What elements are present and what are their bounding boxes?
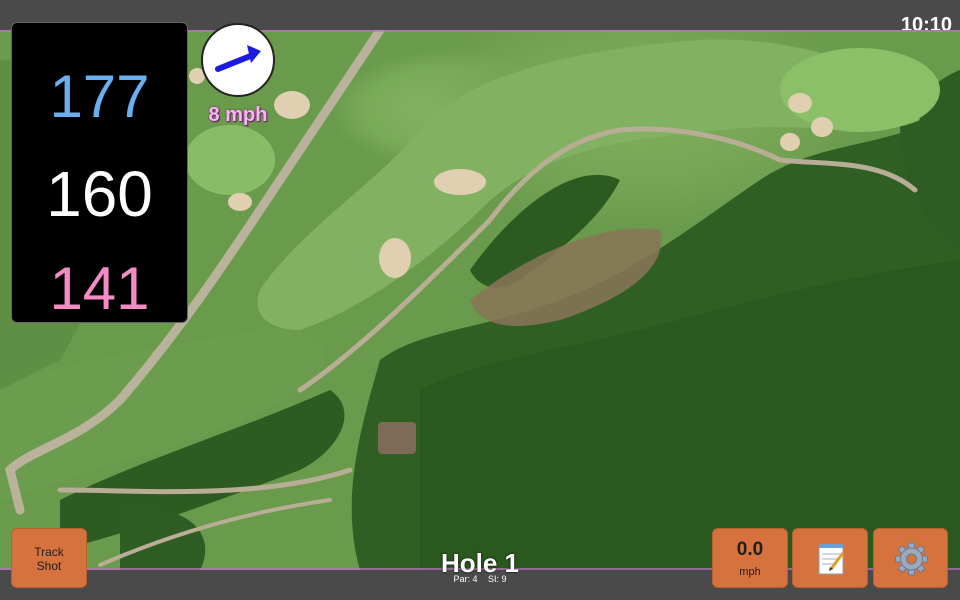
notepad-icon xyxy=(818,544,845,575)
hole-info: Hole 1 Par: 4 SI: 9 xyxy=(400,548,560,584)
track-shot-label-line1: Track xyxy=(34,545,64,559)
back-distance: 177 xyxy=(49,63,150,130)
hole-details: Par: 4 SI: 9 xyxy=(400,574,560,584)
front-distance: 141 xyxy=(49,255,150,322)
speed-value: 0.0 xyxy=(736,539,764,560)
track-shot-button[interactable]: Track Shot xyxy=(11,528,87,588)
wind-arrow-icon xyxy=(215,45,261,72)
notes-button[interactable] xyxy=(792,528,868,588)
middle-distance: 160 xyxy=(46,158,153,230)
stroke-index-label: SI: 9 xyxy=(488,574,507,584)
wind-speed: 8 mph xyxy=(208,104,268,126)
gear-icon xyxy=(895,542,928,576)
speed-unit: mph xyxy=(739,566,761,578)
track-shot-label-line2: Shot xyxy=(36,559,62,573)
speed-button[interactable]: 0.0 mph xyxy=(712,528,788,588)
par-label: Par: 4 xyxy=(453,574,478,584)
wind-compass xyxy=(201,23,275,97)
distance-panel[interactable]: 177 160 141 xyxy=(11,22,188,323)
settings-button[interactable] xyxy=(873,528,948,588)
